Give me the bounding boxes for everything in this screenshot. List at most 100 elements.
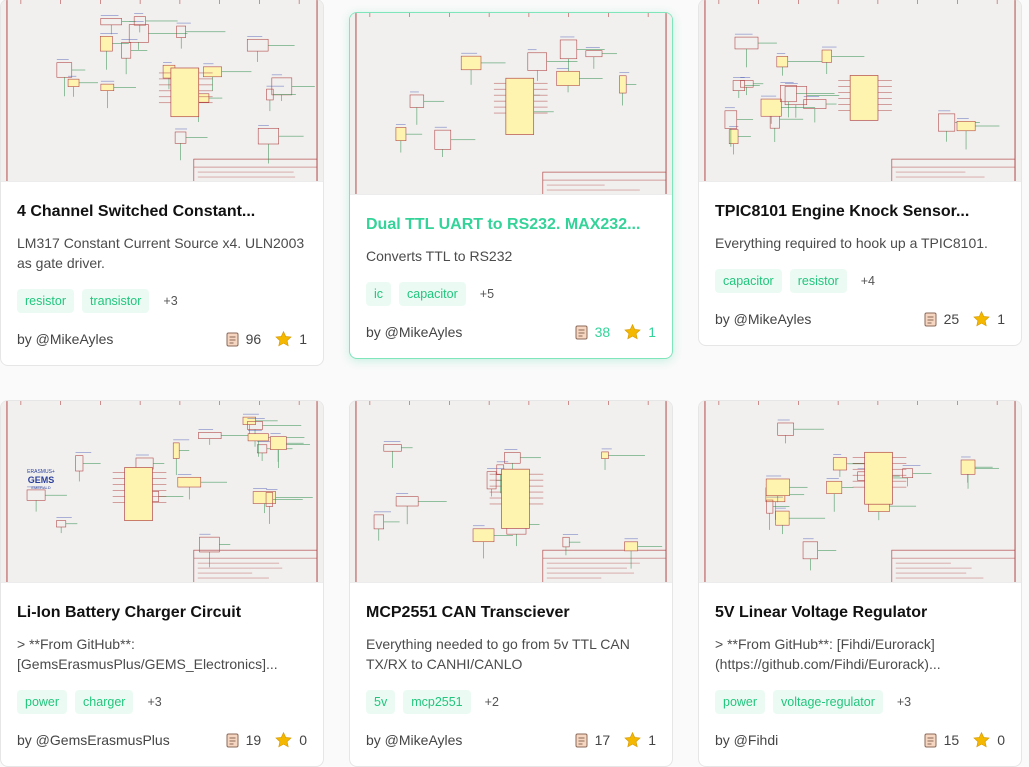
file-count-value: 25 (943, 311, 960, 327)
card-title[interactable]: Li-Ion Battery Charger Circuit (17, 603, 307, 623)
star-icon[interactable] (275, 732, 292, 748)
tag[interactable]: resistor (789, 269, 847, 293)
card-footer: by @GemsErasmusPlus 19 0 (17, 730, 307, 766)
card-footer: by @MikeAyles 25 1 (715, 309, 1005, 345)
star-count-value: 1 (648, 324, 656, 340)
file-icon (575, 733, 588, 747)
tag[interactable]: mcp2551 (403, 690, 471, 714)
card-description: > **From GitHub**: [GemsErasmusPlus/GEMS… (17, 636, 278, 672)
star-count-value: 1 (648, 732, 656, 748)
schematic-image (350, 13, 672, 194)
tag-list: power charger +3 (17, 690, 307, 714)
card-title[interactable]: 4 Channel Switched Constant... (17, 202, 307, 222)
author[interactable]: by @MikeAyles (366, 324, 561, 340)
file-count-value: 15 (943, 732, 960, 748)
tag[interactable]: power (17, 690, 68, 714)
card-title[interactable]: TPIC8101 Engine Knock Sensor... (715, 202, 1005, 222)
tag-list: ic capacitor +5 (366, 282, 656, 306)
more-tags[interactable]: +4 (861, 274, 875, 288)
project-card[interactable]: ERASMUS+ GEMS EMERALD Li-Ion Battery Cha… (0, 400, 324, 767)
file-icon (226, 332, 239, 346)
star-count-value: 0 (997, 732, 1005, 748)
star-count[interactable]: 1 (624, 324, 656, 340)
file-count: 25 (924, 311, 960, 327)
card-thumbnail[interactable] (699, 0, 1021, 182)
tag[interactable]: capacitor (399, 282, 466, 306)
project-card[interactable]: Dual TTL UART to RS232. MAX232... Conver… (349, 12, 673, 359)
file-count-value: 19 (245, 732, 262, 748)
star-icon[interactable] (624, 732, 641, 748)
file-icon (226, 733, 239, 747)
author[interactable]: by @Fihdi (715, 732, 910, 748)
star-count[interactable]: 1 (624, 732, 656, 748)
author[interactable]: by @MikeAyles (715, 311, 910, 327)
star-icon[interactable] (624, 324, 641, 340)
card-thumbnail[interactable] (699, 401, 1021, 583)
star-count[interactable]: 0 (275, 732, 307, 748)
tag-list: 5v mcp2551 +2 (366, 690, 656, 714)
tag[interactable]: charger (75, 690, 134, 714)
star-count[interactable]: 1 (973, 311, 1005, 327)
author[interactable]: by @GemsErasmusPlus (17, 732, 212, 748)
tag[interactable]: 5v (366, 690, 396, 714)
card-title[interactable]: MCP2551 CAN Transciever (366, 603, 656, 623)
schematic-image (699, 401, 1021, 582)
more-tags[interactable]: +3 (163, 294, 177, 308)
tag[interactable]: voltage-regulator (773, 690, 883, 714)
card-title[interactable]: 5V Linear Voltage Regulator (715, 603, 1005, 623)
card-thumbnail[interactable]: ERASMUS+ GEMS EMERALD (1, 401, 323, 583)
file-icon (575, 325, 588, 339)
star-count[interactable]: 1 (275, 331, 307, 347)
author[interactable]: by @MikeAyles (17, 331, 212, 347)
card-footer: by @MikeAyles 96 1 (17, 329, 307, 365)
card-title[interactable]: Dual TTL UART to RS232. MAX232... (366, 215, 656, 235)
card-description: LM317 Constant Current Source x4. ULN200… (17, 235, 305, 271)
tag[interactable]: transistor (81, 289, 150, 313)
schematic-image (1, 401, 323, 582)
more-tags[interactable]: +3 (147, 695, 161, 709)
gems-logo: ERASMUS+ GEMS EMERALD (27, 469, 55, 490)
more-tags[interactable]: +5 (480, 287, 494, 301)
star-icon[interactable] (973, 732, 990, 748)
more-tags[interactable]: +2 (485, 695, 499, 709)
file-count: 96 (226, 331, 262, 347)
star-count-value: 1 (299, 331, 307, 347)
tag[interactable]: ic (366, 282, 392, 306)
file-count: 15 (924, 732, 960, 748)
card-thumbnail[interactable] (350, 401, 672, 583)
card-description: Everything required to hook up a TPIC810… (715, 235, 988, 251)
card-footer: by @Fihdi 15 0 (715, 730, 1005, 766)
tag[interactable]: capacitor (715, 269, 782, 293)
card-description: Everything needed to go from 5v TTL CAN … (366, 636, 630, 672)
project-card[interactable]: 5V Linear Voltage Regulator > **From Git… (698, 400, 1022, 767)
author[interactable]: by @MikeAyles (366, 732, 561, 748)
schematic-image (1, 0, 323, 181)
star-icon[interactable] (275, 331, 292, 347)
project-card[interactable]: 4 Channel Switched Constant... LM317 Con… (0, 0, 324, 366)
star-count[interactable]: 0 (973, 732, 1005, 748)
file-icon (924, 312, 937, 326)
tag-list: power voltage-regulator +3 (715, 690, 1005, 714)
star-icon[interactable] (973, 311, 990, 327)
card-footer: by @MikeAyles 17 1 (366, 730, 656, 766)
project-card[interactable]: MCP2551 CAN Transciever Everything neede… (349, 400, 673, 767)
card-description: Converts TTL to RS232 (366, 248, 513, 264)
star-count-value: 1 (997, 311, 1005, 327)
card-thumbnail[interactable] (1, 0, 323, 182)
file-count: 38 (575, 324, 611, 340)
file-count-value: 38 (594, 324, 611, 340)
card-footer: by @MikeAyles 38 1 (366, 322, 656, 358)
card-thumbnail[interactable] (350, 13, 672, 195)
file-count-value: 17 (594, 732, 611, 748)
tag[interactable]: power (715, 690, 766, 714)
tag-list: capacitor resistor +4 (715, 269, 1005, 293)
card-description: > **From GitHub**: [Fihdi/Eurorack] (htt… (715, 636, 941, 672)
tag[interactable]: resistor (17, 289, 74, 313)
file-count-value: 96 (245, 331, 262, 347)
star-count-value: 0 (299, 732, 307, 748)
more-tags[interactable]: +3 (897, 695, 911, 709)
tag-list: resistor transistor +3 (17, 289, 307, 313)
project-card[interactable]: TPIC8101 Engine Knock Sensor... Everythi… (698, 0, 1022, 346)
project-grid: 4 Channel Switched Constant... LM317 Con… (0, 0, 1029, 767)
schematic-image (350, 401, 672, 582)
